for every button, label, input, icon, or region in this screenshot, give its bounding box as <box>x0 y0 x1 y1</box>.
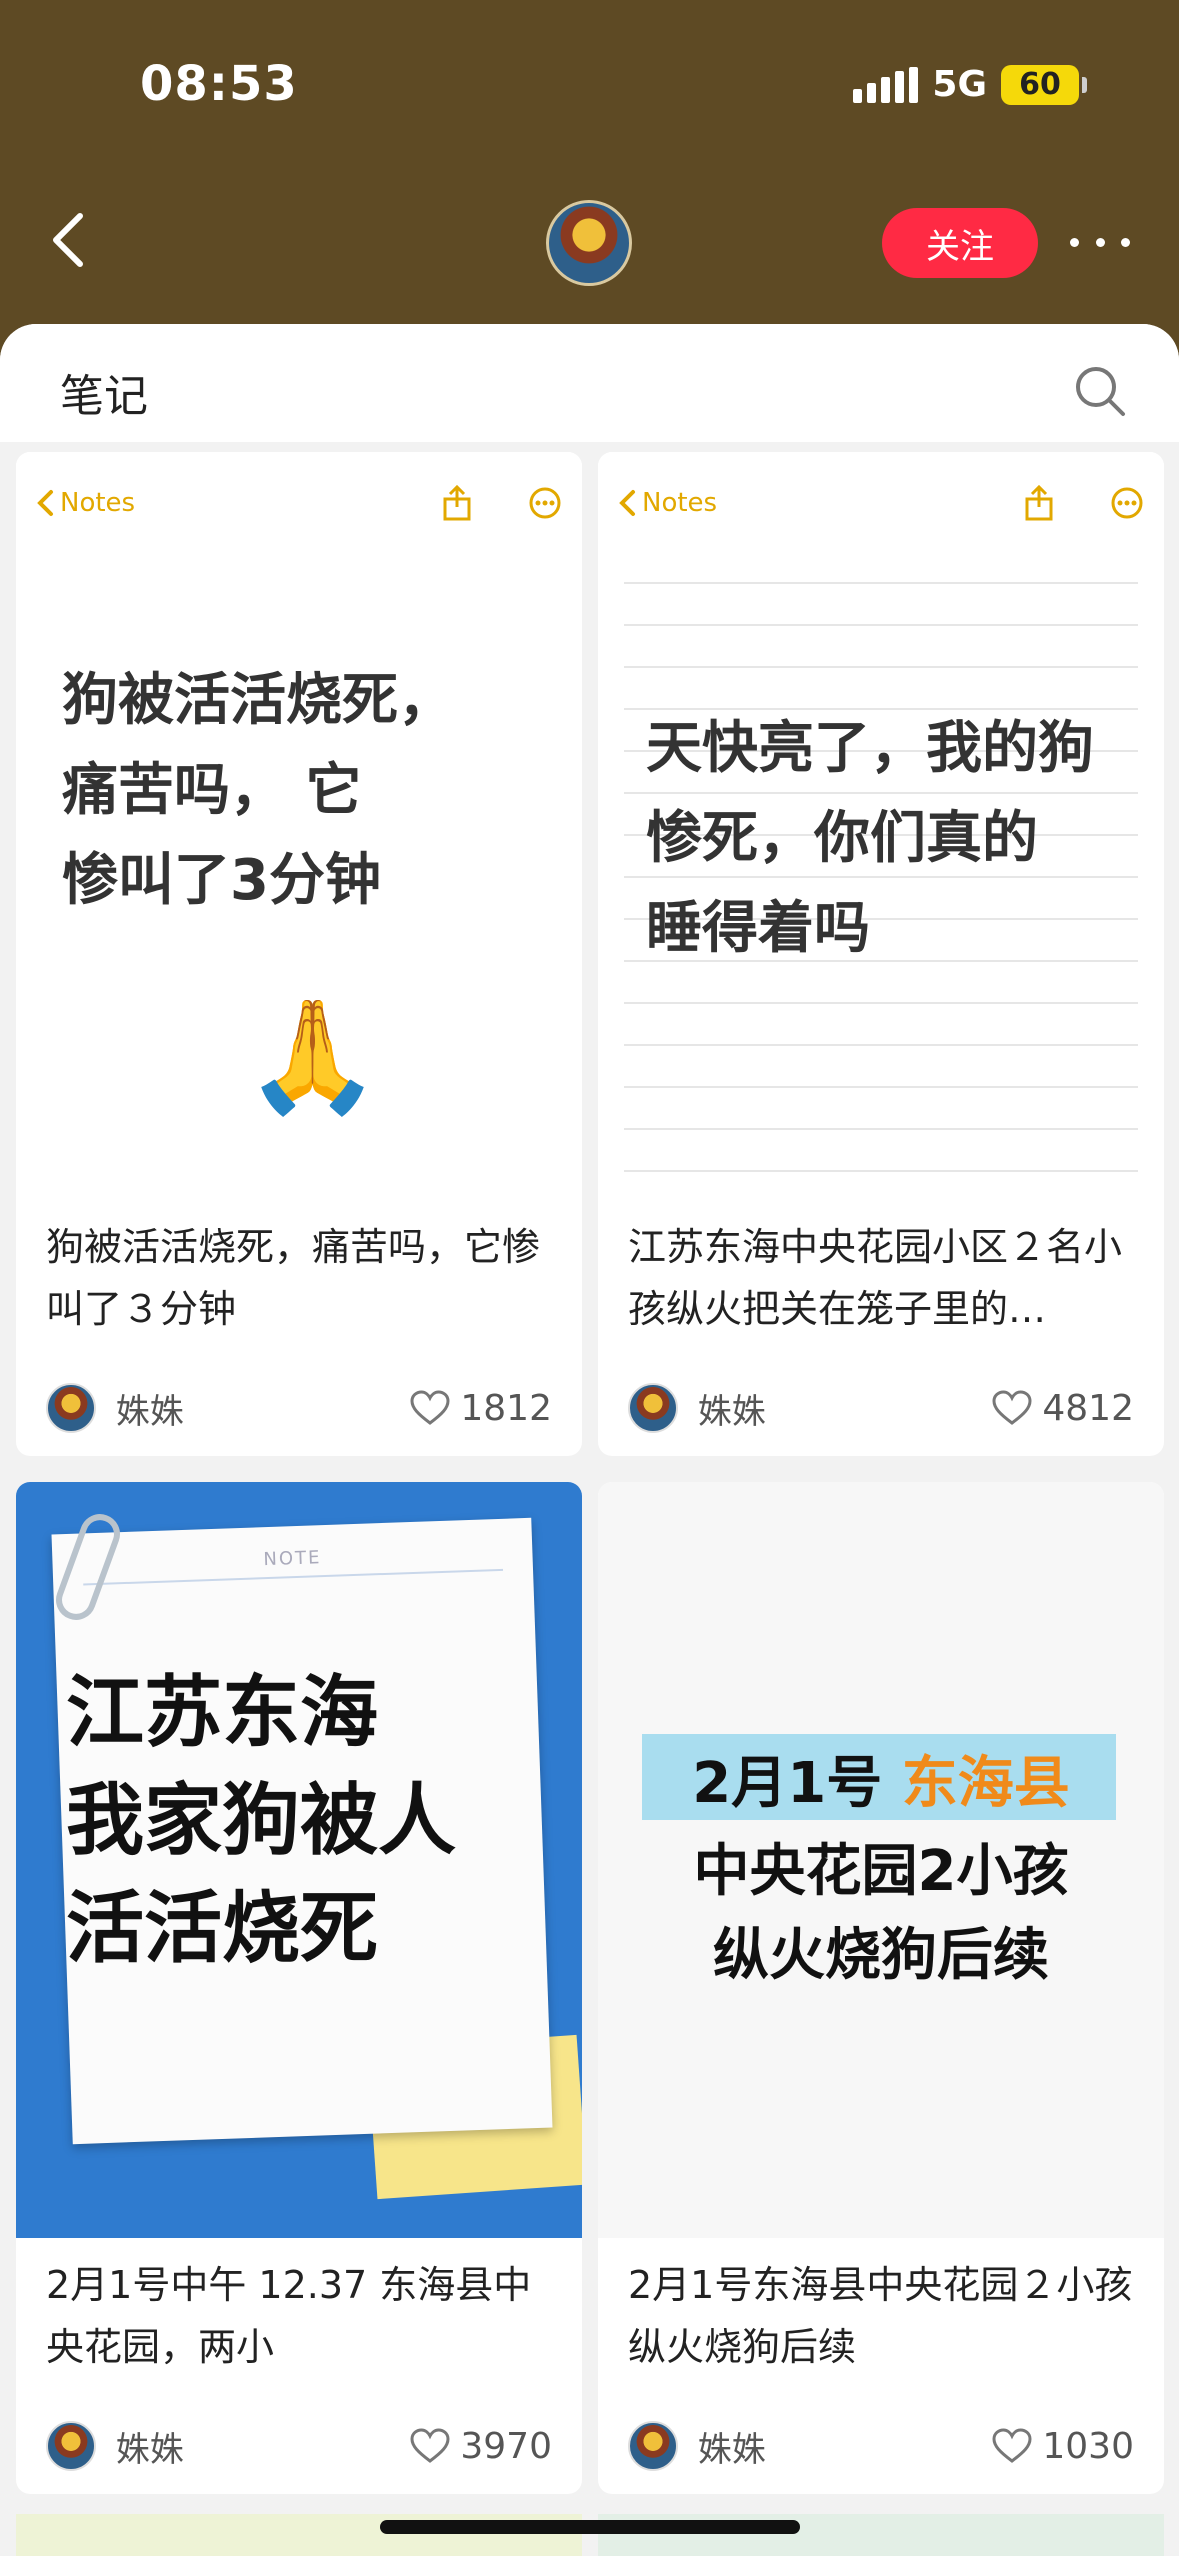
author-avatar <box>46 1383 96 1433</box>
notes-back-label: Notes <box>618 488 717 518</box>
like-count: 1030 <box>1042 2425 1134 2467</box>
note-card[interactable]: 2月1号 东海县 中央花园2小孩 纵火烧狗后续 2月1号东海县中央花园２小孩纵火… <box>598 1482 1164 2494</box>
note-meta: 姝姝 3970 <box>16 2398 582 2494</box>
notes-toolbar: Notes <box>618 478 1144 528</box>
profile-header: 08:53 5G 60 关注 <box>0 0 1179 360</box>
heart-icon <box>410 2428 450 2463</box>
status-indicators: 5G 60 <box>853 64 1087 105</box>
search-icon[interactable] <box>1073 364 1127 418</box>
chevron-left-icon <box>619 490 635 516</box>
note-meta: 姝姝 4812 <box>598 1360 1164 1456</box>
note-card[interactable]: NOTE 江苏东海 我家狗被人 活活烧死 2月1号中午 12.37 东海县中央花… <box>16 1482 582 2494</box>
note-caption: 2月1号中午 12.37 东海县中央花园，两小 <box>46 2263 532 2369</box>
note-cover: NOTE 江苏东海 我家狗被人 活活烧死 <box>16 1482 582 2238</box>
cover-text-line: 江苏东海 <box>66 1667 379 1758</box>
heart-icon <box>992 2428 1032 2463</box>
note-meta: 姝姝 1812 <box>16 1360 582 1456</box>
like-count: 4812 <box>1042 1387 1134 1429</box>
note-card[interactable]: Notes 狗被活活烧死， 痛苦吗， 它 惨叫了3分钟 🙏 狗被活活烧死，痛苦吗… <box>16 452 582 1456</box>
note-meta: 姝姝 1030 <box>598 2398 1164 2494</box>
notes-back-label: Notes <box>36 488 135 518</box>
notes-toolbar: Notes <box>36 478 562 528</box>
like-count: 1812 <box>460 1387 552 1429</box>
chevron-left-icon <box>37 490 53 516</box>
signal-icon <box>853 66 919 103</box>
share-icon <box>443 485 471 521</box>
cover-text-line: 2月1号 东海县 <box>692 1751 1070 1816</box>
note-caption: 狗被活活烧死，痛苦吗，它惨叫了３分钟 <box>46 1225 541 1331</box>
heart-icon <box>992 1390 1032 1425</box>
ellipsis-circle-icon <box>1111 487 1143 519</box>
back-button[interactable] <box>48 210 88 270</box>
status-time: 08:53 <box>140 56 298 112</box>
author-name: 姝姝 <box>698 2429 766 2470</box>
note-cover: 2月1号 东海县 中央花园2小孩 纵火烧狗后续 <box>598 1482 1164 2238</box>
cover-text-line: 我家狗被人 <box>66 1775 457 1866</box>
author-name: 姝姝 <box>116 1391 184 1432</box>
section-bar: 笔记 <box>0 324 1179 442</box>
more-options-button[interactable] <box>1070 220 1130 264</box>
like-button[interactable]: 3970 <box>410 2426 552 2467</box>
heart-icon <box>410 1390 450 1425</box>
battery-level: 60 <box>1019 67 1061 102</box>
section-title: 笔记 <box>60 371 148 422</box>
share-icon <box>1025 485 1053 521</box>
chevron-left-icon <box>53 213 83 267</box>
cover-text: 天快亮了，我的狗 惨死，你们真的 睡得着吗 <box>646 716 1094 961</box>
like-button[interactable]: 1030 <box>992 2426 1134 2467</box>
ellipsis-circle-icon <box>529 487 561 519</box>
like-button[interactable]: 1812 <box>410 1388 552 1429</box>
cover-text-line: 活活烧死 <box>66 1883 379 1974</box>
praying-hands-icon: 🙏 <box>244 992 381 1120</box>
author-name: 姝姝 <box>698 1391 766 1432</box>
author-avatar <box>628 1383 678 1433</box>
profile-avatar[interactable] <box>546 200 632 286</box>
battery-icon: 60 <box>1001 64 1087 105</box>
cover-text-line: 中央花园2小孩 <box>693 1839 1069 1904</box>
like-button[interactable]: 4812 <box>992 1388 1134 1429</box>
author-name: 姝姝 <box>116 2429 184 2470</box>
author-avatar <box>46 2421 96 2471</box>
note-caption: 江苏东海中央花园小区２名小孩纵火把关在笼子里的… <box>628 1225 1123 1331</box>
follow-button[interactable]: 关注 <box>882 208 1038 278</box>
note-card[interactable]: Notes 天快亮了，我的狗 惨死，你们真的 睡得着吗 江苏东海中央花园小区２名… <box>598 452 1164 1456</box>
cover-text: 狗被活活烧死， 痛苦吗， 它 惨叫了3分钟 <box>62 668 454 913</box>
cover-text-line: 纵火烧狗后续 <box>713 1923 1049 1988</box>
note-cover: Notes 天快亮了，我的狗 惨死，你们真的 睡得着吗 <box>598 452 1164 1200</box>
home-indicator[interactable] <box>380 2520 800 2534</box>
author-avatar <box>628 2421 678 2471</box>
like-count: 3970 <box>460 2425 552 2467</box>
note-caption: 2月1号东海县中央花园２小孩纵火烧狗后续 <box>628 2263 1133 2369</box>
network-type: 5G <box>932 64 987 105</box>
note-cover: Notes 狗被活活烧死， 痛苦吗， 它 惨叫了3分钟 🙏 <box>16 452 582 1200</box>
